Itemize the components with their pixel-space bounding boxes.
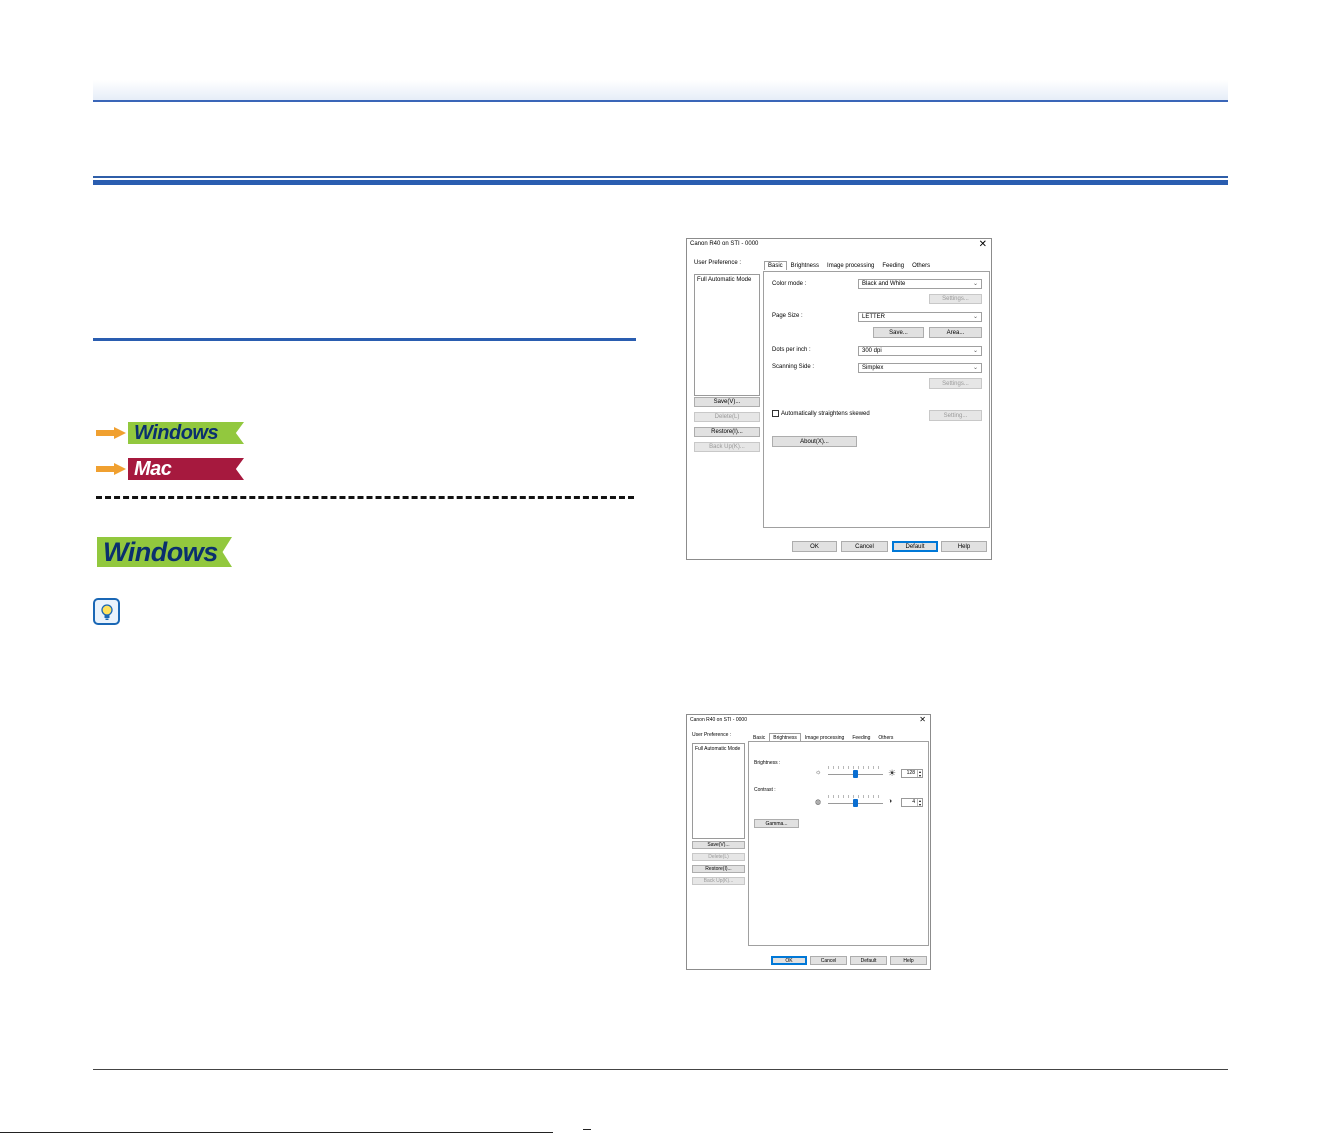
chevron-down-icon: ⌄ [972,281,978,287]
cancel-button[interactable]: Cancel [810,956,847,965]
auto-straighten-checkbox[interactable] [772,410,779,417]
auto-straighten-label: Automatically straightens skewed [781,411,870,417]
arrow-right-icon [96,427,126,439]
brightness-slider-thumb[interactable] [853,770,858,778]
section-rule [93,338,636,341]
user-preference-label: User Preference : [692,732,732,738]
page-size-save-button[interactable]: Save... [873,327,924,338]
basic-tab-panel: Color mode : Black and White ⌄ Settings.… [763,271,990,528]
color-mode-select[interactable]: Black and White ⌄ [858,279,982,289]
sun-bright-icon: ☀ [888,768,897,778]
sun-dim-icon: ☼ [815,769,822,776]
delete-preference-button[interactable]: Delete(L) [694,412,760,422]
tab-image-processing[interactable]: Image processing [823,261,878,270]
color-mode-settings-button[interactable]: Settings... [929,294,982,304]
scanner-settings-dialog-basic: Canon R40 on STI - 0000 ✕ User Preferenc… [686,238,992,560]
about-button[interactable]: About(X)... [772,436,857,447]
tab-brightness[interactable]: Brightness [787,261,823,270]
windows-section-badge: Windows [97,537,232,567]
lightbulb-hint-icon [93,598,120,625]
color-mode-label: Color mode : [772,281,807,287]
chevron-down-icon: ⌄ [972,348,978,354]
windows-section-label: Windows [103,536,218,567]
chevron-down-icon: ⌄ [972,365,978,371]
brightness-tab-panel: Brightness : ☼ ☀ 128 ▴ ▾ Contrast : ◍ ◑ 4… [748,741,929,946]
brightness-value: 128 [906,770,915,776]
ok-button[interactable]: OK [792,541,837,552]
back-up-button[interactable]: Back Up(K)... [692,877,745,885]
brightness-spinbox[interactable]: 128 ▴ ▾ [901,769,923,778]
scanning-side-select[interactable]: Simplex ⌄ [858,363,982,373]
user-preference-list[interactable]: Full Automatic Mode [694,274,760,396]
contrast-slider[interactable] [828,795,883,808]
title-rule-thin [93,176,1228,178]
contrast-low-icon: ◍ [815,799,822,806]
title-rule-thick [93,180,1228,185]
list-item[interactable]: Full Automatic Mode [693,744,744,754]
ok-button[interactable]: OK [771,956,807,965]
mac-link[interactable]: Mac [128,458,244,480]
header-rule [93,100,1228,102]
spin-arrows-icon[interactable]: ▴ ▾ [917,770,922,778]
save-preference-button[interactable]: Save(V)... [694,397,760,407]
list-item[interactable]: Full Automatic Mode [695,275,759,285]
footer-rule [93,1069,1228,1070]
gamma-button[interactable]: Gamma... [754,819,799,828]
user-preference-list[interactable]: Full Automatic Mode [692,743,745,839]
dialog-title: Canon R40 on STI - 0000 [690,717,747,723]
close-icon[interactable]: ✕ [919,715,926,725]
user-preference-label: User Preference : [694,260,742,266]
mac-link-label: Mac [134,457,172,480]
brightness-slider[interactable] [828,766,883,779]
restore-button[interactable]: Restore(I)... [694,427,760,437]
back-up-button[interactable]: Back Up(K)... [694,442,760,452]
scanning-side-label: Scanning Side : [772,364,815,370]
dashed-divider [96,496,634,499]
area-button[interactable]: Area... [929,327,982,338]
save-preference-button[interactable]: Save(V)... [692,841,745,849]
dots-per-inch-label: Dots per inch : [772,347,811,353]
default-button[interactable]: Default [850,956,887,965]
contrast-label: Contrast : [754,787,776,793]
chevron-down-icon: ⌄ [972,314,978,320]
scanning-side-settings-button[interactable]: Settings... [929,378,982,389]
help-button[interactable]: Help [890,956,927,965]
page-size-value: LETTER [862,314,886,320]
dots-per-inch-select[interactable]: 300 dpi ⌄ [858,346,982,356]
windows-link[interactable]: Windows [128,422,244,444]
bottom-rule [0,1132,553,1133]
page-size-label: Page Size : [772,313,803,319]
page-size-select[interactable]: LETTER ⌄ [858,312,982,322]
default-button[interactable]: Default [892,541,938,552]
brightness-label: Brightness : [754,760,781,766]
contrast-slider-thumb[interactable] [853,799,858,807]
scanning-side-value: Simplex [862,365,884,371]
color-mode-value: Black and White [862,281,906,287]
contrast-high-icon: ◑ [888,798,893,805]
contrast-value: 4 [912,799,915,805]
dots-per-inch-value: 300 dpi [862,348,882,354]
restore-button[interactable]: Restore(I)... [692,865,745,873]
windows-link-label: Windows [134,421,219,444]
cancel-button[interactable]: Cancel [841,541,888,552]
delete-preference-button[interactable]: Delete(L) [692,853,745,861]
close-icon[interactable]: ✕ [979,239,987,251]
tab-feeding[interactable]: Feeding [878,261,908,270]
auto-straighten-setting-button[interactable]: Setting... [929,410,982,421]
tab-others[interactable]: Others [908,261,934,270]
header-band [93,80,1228,102]
scanner-settings-dialog-brightness: Canon R40 on STI - 0000 ✕ User Preferenc… [686,714,931,970]
contrast-spinbox[interactable]: 4 ▴ ▾ [901,798,923,807]
arrow-right-icon [96,463,126,475]
tab-basic[interactable]: Basic [764,261,787,270]
spin-arrows-icon[interactable]: ▴ ▾ [917,799,922,807]
tab-strip: Basic Brightness Image processing Feedin… [764,261,934,270]
help-button[interactable]: Help [941,541,987,552]
bottom-tick [583,1129,591,1130]
dialog-title: Canon R40 on STI - 0000 [690,241,759,247]
